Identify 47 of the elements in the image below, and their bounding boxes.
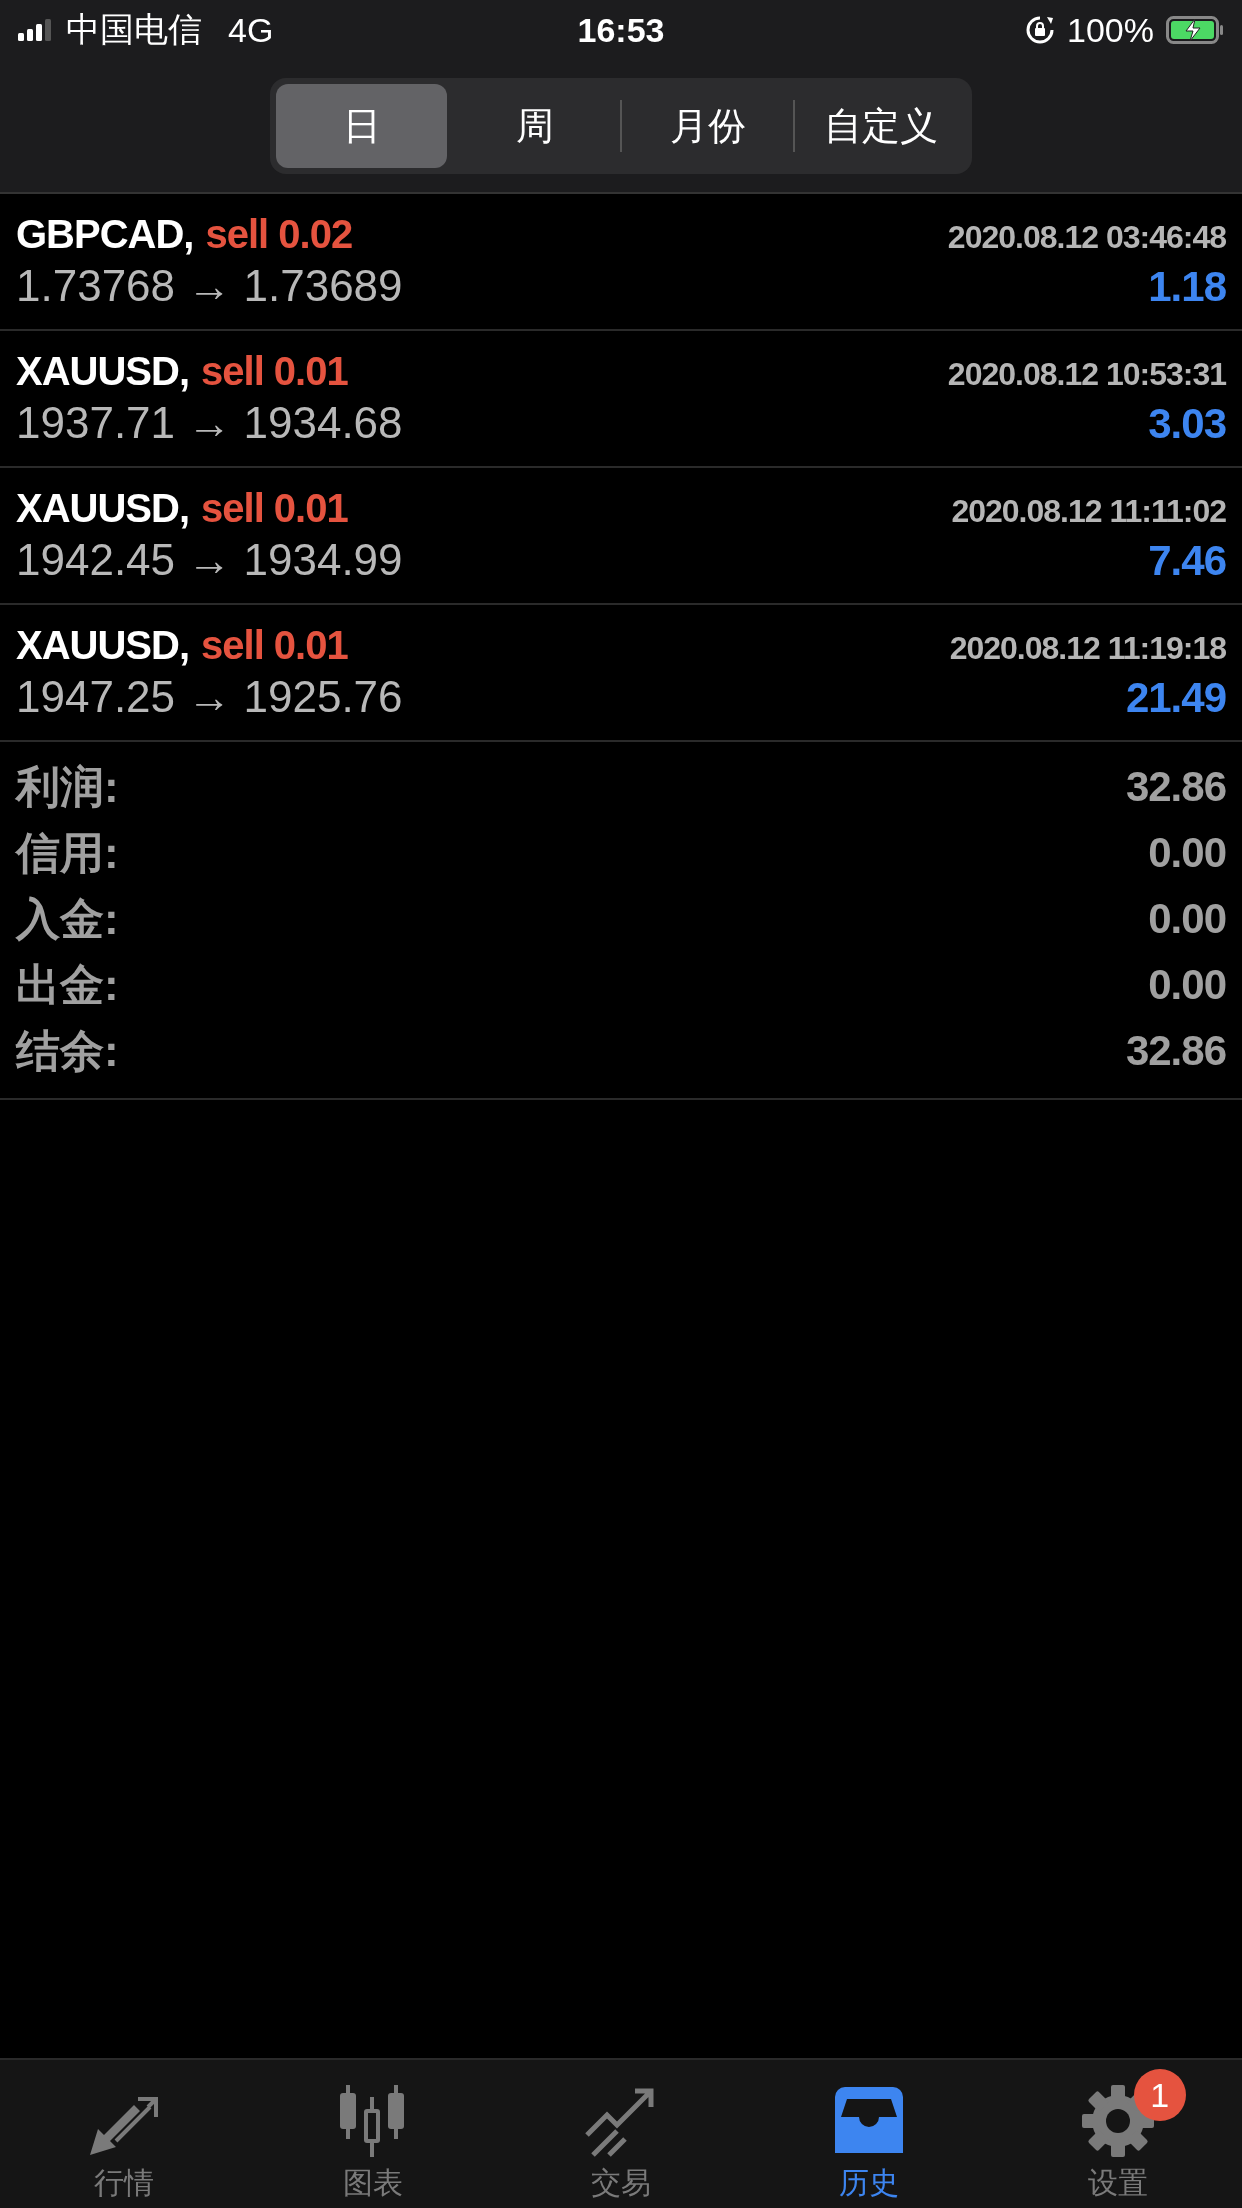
trade-prices: 1942.45 → 1934.99	[16, 535, 403, 585]
battery-percent: 100%	[1067, 10, 1154, 50]
trade-time: 2020.08.12 11:19:18	[949, 630, 1226, 667]
summary-label: 出金:	[16, 958, 119, 1011]
summary-label: 信用:	[16, 826, 119, 879]
notification-badge: 1	[1133, 2069, 1186, 2121]
trade-volume: sell 0.01	[201, 486, 348, 531]
trade-volume: sell 0.01	[201, 349, 348, 394]
rotation-lock-icon	[1025, 15, 1056, 45]
trade-prices: 1937.71 → 1934.68	[16, 398, 403, 448]
summary-value: 32.86	[1125, 763, 1226, 811]
tab-bar-item[interactable]: 图表	[248, 2060, 497, 2208]
trade-prices: 1947.25 → 1925.76	[16, 672, 403, 722]
trade-profit: 1.18	[1148, 263, 1226, 311]
trade-time: 2020.08.12 10:53:31	[947, 356, 1226, 393]
summary-value: 0.00	[1148, 829, 1226, 877]
summary-label: 结余:	[16, 1024, 119, 1077]
period-tab[interactable]: 周	[449, 84, 620, 168]
trade-profit: 21.49	[1125, 674, 1226, 722]
summary-label: 利润:	[16, 760, 119, 813]
summary-value: 32.86	[1125, 1027, 1226, 1075]
trade-profit: 3.03	[1148, 400, 1226, 448]
trade-profit: 7.46	[1148, 537, 1226, 585]
trade-symbol: XAUUSD,	[16, 349, 190, 394]
trade-symbol: XAUUSD,	[16, 486, 190, 531]
tab-bar-item[interactable]: 交易	[496, 2060, 746, 2208]
trade-time: 2020.08.12 11:11:02	[951, 493, 1226, 530]
summary-value: 0.00	[1148, 895, 1226, 943]
network-type: 4G	[228, 10, 274, 50]
trade-time: 2020.08.12 03:46:48	[947, 219, 1226, 256]
trade-volume: sell 0.02	[205, 212, 353, 257]
tab-bar-item[interactable]: 1 设置	[993, 2060, 1242, 2208]
battery-charging-icon	[1166, 16, 1224, 44]
trade-symbol: GBPCAD,	[16, 212, 194, 257]
tab-bar-item[interactable]: 行情	[0, 2060, 249, 2208]
period-tab[interactable]: 自定义	[795, 84, 966, 168]
signal-icon	[18, 19, 54, 41]
trade-prices: 1.73768 → 1.73689	[16, 261, 403, 311]
summary-value: 0.00	[1148, 961, 1226, 1009]
period-tab[interactable]: 月份	[622, 84, 793, 168]
trade-volume: sell 0.01	[201, 623, 348, 668]
clock-time: 16:53	[577, 10, 665, 50]
tab-bar-item[interactable]: 历史	[745, 2060, 994, 2208]
summary-label: 入金:	[16, 892, 119, 945]
period-tab[interactable]: 日	[276, 84, 447, 168]
carrier-name: 中国电信	[66, 9, 202, 50]
trade-symbol: XAUUSD,	[16, 623, 190, 668]
